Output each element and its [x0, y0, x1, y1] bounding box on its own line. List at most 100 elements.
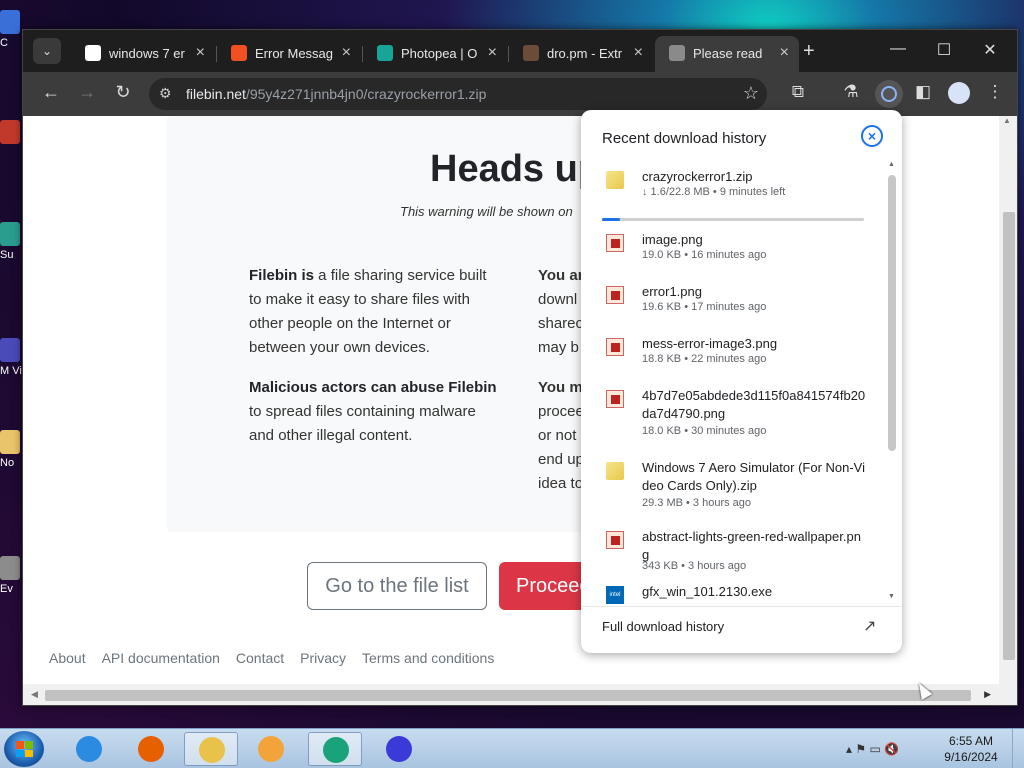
microsoft-icon	[231, 45, 247, 61]
download-filename: gfx_win_101.2130.exe	[642, 584, 773, 599]
vertical-scrollbar[interactable]: ▲	[999, 116, 1017, 684]
scroll-thumb[interactable]	[888, 175, 896, 451]
tab-microsoft[interactable]: Error Messag ×	[217, 36, 361, 72]
clock-date: 9/16/2024	[944, 750, 998, 764]
downloads-button[interactable]	[875, 80, 903, 108]
download-list: crazyrockerror1.zip ↓ 1.6/22.8 MB • 9 min…	[581, 160, 902, 605]
download-item[interactable]: image.png 19.0 KB • 16 minutes ago	[581, 231, 881, 265]
download-item[interactable]: abstract-lights-green-red-wallpaper.png 3…	[581, 528, 881, 576]
taskbar-app-button[interactable]	[124, 732, 178, 766]
taskbar-app-button[interactable]	[184, 732, 238, 766]
extensions-icon[interactable]: ⧉	[786, 82, 810, 102]
firefox-icon	[138, 736, 164, 762]
exe-file-icon: intel	[606, 586, 624, 604]
tab-dropm[interactable]: dro.pm - Extr ×	[509, 36, 653, 72]
reload-button[interactable]: ↻	[111, 82, 135, 103]
close-window-button[interactable]: ✕	[967, 40, 1013, 60]
horizontal-scrollbar[interactable]: ◀ ▶	[23, 684, 1017, 705]
address-bar[interactable]: ⚙ filebin.net/95y4z271jnnb4jn0/crazyrock…	[149, 78, 767, 110]
site-info-icon[interactable]: ⚙	[159, 85, 172, 102]
scroll-thumb[interactable]	[45, 690, 971, 701]
chevron-down-icon: ⌄	[41, 44, 53, 58]
download-meta: 18.8 KB • 22 minutes ago	[642, 353, 767, 365]
menu-kebab-icon[interactable]: ⋮	[983, 82, 1007, 102]
maximize-button[interactable]: ☐	[921, 40, 967, 60]
go-to-file-list-button[interactable]: Go to the file list	[307, 562, 487, 610]
png-file-icon	[606, 390, 624, 408]
show-desktop-button[interactable]	[1012, 729, 1024, 768]
desktop-icon-image	[0, 120, 20, 144]
minimize-button[interactable]: —	[875, 40, 921, 58]
desktop-icon-image	[0, 222, 20, 246]
download-progress-bar	[602, 218, 864, 221]
open-external-icon[interactable]: ↗	[863, 616, 876, 636]
profile-avatar-icon[interactable]	[948, 82, 970, 104]
close-icon[interactable]: ×	[780, 44, 789, 62]
bookmark-star-icon[interactable]: ☆	[743, 83, 759, 104]
infinity-icon	[386, 736, 412, 762]
download-progress-fill	[602, 218, 621, 221]
clock[interactable]: 6:55 AM 9/16/2024	[940, 733, 1002, 765]
taskbar-app-button[interactable]	[244, 732, 298, 766]
footer-link[interactable]: API documentation	[102, 650, 220, 666]
tab-google[interactable]: windows 7 er ×	[71, 36, 215, 72]
taskbar: ▴ ⚑ ▭ 🔇 6:55 AM 9/16/2024	[0, 728, 1024, 768]
footer-link[interactable]: About	[49, 650, 86, 666]
tab-photopea[interactable]: Photopea | O ×	[363, 36, 507, 72]
tab-strip: ⌄ windows 7 er × Error Messag × Photopea | O…	[23, 30, 1017, 72]
footer-link[interactable]: Terms and conditions	[362, 650, 494, 666]
footer-link[interactable]: Contact	[236, 650, 284, 666]
download-item[interactable]: crazyrockerror1.zip ↓ 1.6/22.8 MB • 9 min…	[581, 168, 881, 221]
png-file-icon	[606, 286, 624, 304]
close-icon[interactable]: ×	[342, 44, 351, 62]
full-download-history-link[interactable]: Full download history	[602, 619, 724, 634]
left-column: Filebin is a file sharing service built …	[249, 264, 501, 464]
dropm-icon	[523, 45, 539, 61]
footer-link[interactable]: Privacy	[300, 650, 346, 666]
photopea-icon	[377, 45, 393, 61]
close-icon[interactable]: ×	[861, 125, 883, 147]
system-tray[interactable]: ▴ ⚑ ▭ 🔇	[846, 742, 899, 756]
download-meta: 19.0 KB • 16 minutes ago	[642, 249, 767, 261]
download-item[interactable]: 4b7d7e05abdede3d115f0a841574fb20da7d4790…	[581, 387, 881, 441]
tab-globe[interactable]: Please read ×	[655, 36, 799, 72]
scroll-thumb[interactable]	[1003, 212, 1015, 660]
google-icon	[85, 45, 101, 61]
url-text[interactable]: filebin.net/95y4z271jnnb4jn0/crazyrocker…	[186, 86, 486, 102]
close-icon[interactable]: ×	[488, 44, 497, 62]
download-meta: 18.0 KB • 30 minutes ago	[642, 425, 767, 437]
zip-file-icon	[606, 462, 624, 480]
scroll-up-icon: ▲	[888, 161, 895, 168]
download-bubble: Recent download history × crazyrockerror…	[581, 110, 902, 653]
start-button[interactable]	[4, 731, 44, 767]
divider	[581, 606, 902, 607]
close-icon[interactable]: ×	[196, 44, 205, 62]
download-item[interactable]: error1.png 19.6 KB • 17 minutes ago	[581, 283, 881, 317]
back-button[interactable]: ←	[39, 82, 63, 103]
png-file-icon	[606, 338, 624, 356]
new-tab-button[interactable]: +	[803, 40, 815, 63]
download-item[interactable]: Windows 7 Aero Simulator (For Non-Video …	[581, 459, 881, 513]
close-icon[interactable]: ×	[634, 44, 643, 62]
desktop-icon-image	[0, 430, 20, 454]
download-item[interactable]: intel gfx_win_101.2130.exe	[581, 583, 881, 605]
taskbar-app-button[interactable]	[62, 732, 116, 766]
download-item[interactable]: mess-error-image3.png 18.8 KB • 22 minute…	[581, 335, 881, 369]
taskbar-app-button[interactable]	[308, 732, 362, 766]
taskbar-app-button[interactable]	[372, 732, 426, 766]
desktop-icon-image	[0, 556, 20, 580]
labs-flask-icon[interactable]: ⚗	[839, 82, 863, 102]
clock-time: 6:55 AM	[948, 734, 994, 748]
scroll-up-icon: ▲	[1003, 116, 1011, 125]
download-filename: mess-error-image3.png	[642, 336, 778, 351]
download-list-scrollbar[interactable]: ▲ ▼	[887, 161, 897, 603]
footer-links: About API documentation Contact Privacy Term…	[49, 650, 510, 666]
tab-search-button[interactable]: ⌄	[33, 38, 61, 64]
scroll-right-icon: ▶	[984, 689, 991, 699]
info-paragraph: Malicious actors can abuse Filebin to sp…	[249, 379, 497, 444]
arrow-right-icon: →	[78, 82, 96, 102]
page-subtitle: This warning will be shown on	[400, 204, 573, 219]
side-panel-icon[interactable]: ◧	[911, 82, 935, 102]
info-paragraph: Filebin is a file sharing service built …	[249, 267, 487, 356]
forward-button[interactable]: →	[75, 82, 99, 103]
